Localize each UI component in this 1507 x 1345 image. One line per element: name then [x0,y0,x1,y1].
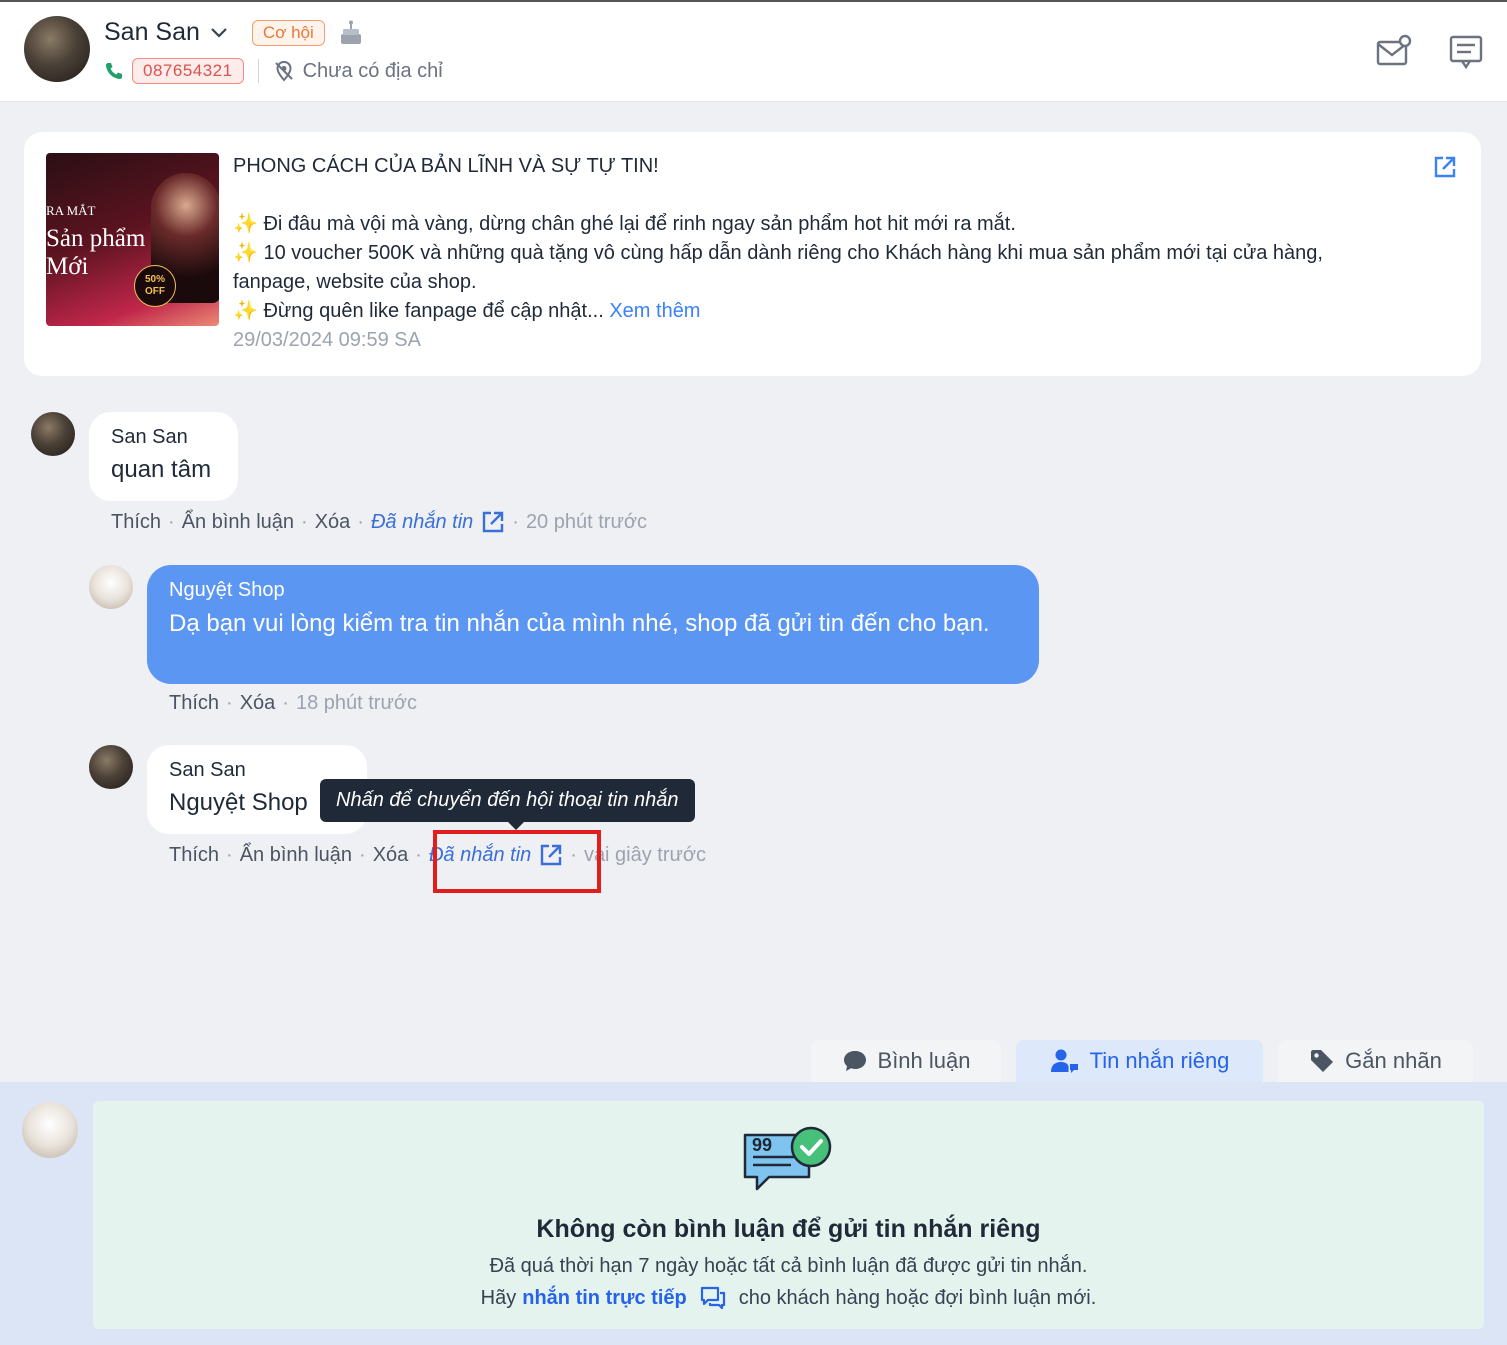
thumbnail-headline: Sản phẩm [46,225,146,252]
post-line-2: ✨ 10 voucher 500K và những quà tặng vô c… [233,242,1323,293]
comment-author[interactable]: San San [169,759,246,782]
delete-action[interactable]: Xóa [373,844,409,867]
separator-dot: · [226,692,233,714]
phone-icon [104,61,124,81]
tooltip-arrow [507,821,525,830]
like-action[interactable]: Thích [169,844,219,867]
shop-reply-bubble: Nguyệt Shop Dạ bạn vui lòng kiểm tra tin… [147,565,1039,684]
separator-dot: · [301,510,308,533]
svg-text:99: 99 [752,1135,772,1155]
empty-state-title: Không còn bình luận để gửi tin nhắn riên… [536,1215,1041,1243]
separator-dot: · [357,510,364,533]
address-text: Chưa có địa chỉ [302,59,443,82]
message-check-icon: 99 [741,1125,837,1205]
separator-dot: · [168,510,175,533]
reply-actions: Thích · Xóa · 18 phút trước [169,692,417,715]
reply-author[interactable]: Nguyệt Shop [169,579,285,602]
customer-name-row: San San Cơ hội [104,18,363,47]
phone-number-badge[interactable]: 087654321 [132,58,244,84]
comment-text: Nguyệt Shop [169,789,308,816]
open-post-icon[interactable] [1433,155,1457,179]
note-icon[interactable] [1448,34,1484,70]
post-line-1: ✨ Đi đâu mà vội mà vàng, dừng chân ghé l… [233,213,1016,235]
tab-comments[interactable]: Bình luận [811,1040,1001,1082]
empty-state-text: Đã quá thời hạn 7 ngày hoặc tất cả bình … [489,1255,1088,1277]
cta-prefix: Hãy [480,1286,517,1309]
post-line-3: ✨ Đừng quên like fanpage để cập nhật... … [233,297,1403,326]
hide-comment-action[interactable]: Ẩn bình luận [182,511,294,534]
customer-avatar[interactable] [24,16,90,82]
post-card: RA MẮT Sản phẩm Mới 50% OFF PHONG CÁCH C… [24,132,1481,376]
discount-sticker: 50% OFF [134,265,176,307]
shop-avatar [22,1102,78,1158]
birthday-cake-icon [339,20,363,46]
comment-time: 20 phút trước [525,510,647,533]
reply-time: 18 phút trước [295,692,417,714]
open-conversation-icon[interactable] [481,510,505,534]
tag-icon [1309,1048,1335,1074]
comment-icon [842,1049,868,1073]
empty-state-cta-row: Hãy nhắn tin trực tiếp cho khách hàng ho… [93,1285,1484,1311]
tab-labels[interactable]: Gắn nhãn [1278,1040,1473,1082]
reply-text: Dạ bạn vui lòng kiểm tra tin nhắn của mì… [169,610,990,637]
customer-contact-row: 087654321 Chưa có địa chỉ [104,58,443,84]
tooltip: Nhấn để chuyển đến hội thoại tin nhắn [320,779,695,822]
commenter-avatar[interactable] [89,745,133,789]
tab-private-message[interactable]: Tin nhắn riêng [1016,1040,1263,1082]
like-action[interactable]: Thích [169,692,219,715]
thumbnail-headline-2: Mới [46,253,89,280]
chat-bubbles-icon[interactable] [699,1285,727,1311]
comment-actions: Thích · Ẩn bình luận · Xóa · Đã nhắn tin… [111,510,647,534]
post-title: PHONG CÁCH CỦA BẢN LĨNH VÀ SỰ TỰ TIN! [233,155,659,177]
commenter-avatar[interactable] [31,412,75,456]
messaged-link[interactable]: Đã nhắn tin [371,511,473,534]
separator-dot: · [226,843,233,866]
separator-dot: · [415,843,422,866]
comment-bubble: San San quan tâm [89,412,238,501]
tab-label: Bình luận [877,1048,971,1073]
shop-avatar[interactable] [89,565,133,609]
cta-suffix: cho khách hàng hoặc đợi bình luận mới. [738,1286,1097,1309]
highlight-box [433,830,601,893]
separator-dot: · [512,510,519,533]
conversation-header: San San Cơ hội 087654321 Chưa có địa chỉ [0,0,1507,102]
customer-name[interactable]: San San [104,18,200,47]
post-timestamp: 29/03/2024 09:59 SA [233,329,421,351]
tab-label: Gắn nhãn [1345,1048,1442,1073]
separator-dot: · [359,843,366,866]
separator-dot: · [282,692,289,714]
delete-action[interactable]: Xóa [240,692,276,715]
mail-icon[interactable] [1376,34,1412,68]
comment-author[interactable]: San San [111,426,188,449]
divider [257,59,259,83]
comment-time: vài giây trước [583,843,707,866]
post-thumbnail[interactable]: RA MẮT Sản phẩm Mới 50% OFF [46,153,219,326]
empty-state-box: 99 Không còn bình luận để gửi tin nhắn r… [93,1101,1484,1329]
like-action[interactable]: Thích [111,511,161,534]
post-line-3-text: ✨ Đừng quên like fanpage để cập nhật... [233,300,604,322]
user-message-icon [1050,1048,1080,1074]
chevron-down-icon[interactable] [210,27,228,39]
status-badge[interactable]: Cơ hội [251,19,325,46]
direct-message-link[interactable]: nhắn tin trực tiếp [522,1287,686,1310]
tab-label: Tin nhắn riêng [1089,1048,1230,1073]
see-more-link[interactable]: Xem thêm [609,300,700,322]
delete-action[interactable]: Xóa [315,511,351,534]
comment-text: quan tâm [111,456,212,483]
thumbnail-caption: RA MẮT [46,203,96,218]
no-location-icon [273,60,295,82]
hide-comment-action[interactable]: Ẩn bình luận [240,844,352,867]
post-content: PHONG CÁCH CỦA BẢN LĨNH VÀ SỰ TỰ TIN! ✨ … [233,152,1403,355]
